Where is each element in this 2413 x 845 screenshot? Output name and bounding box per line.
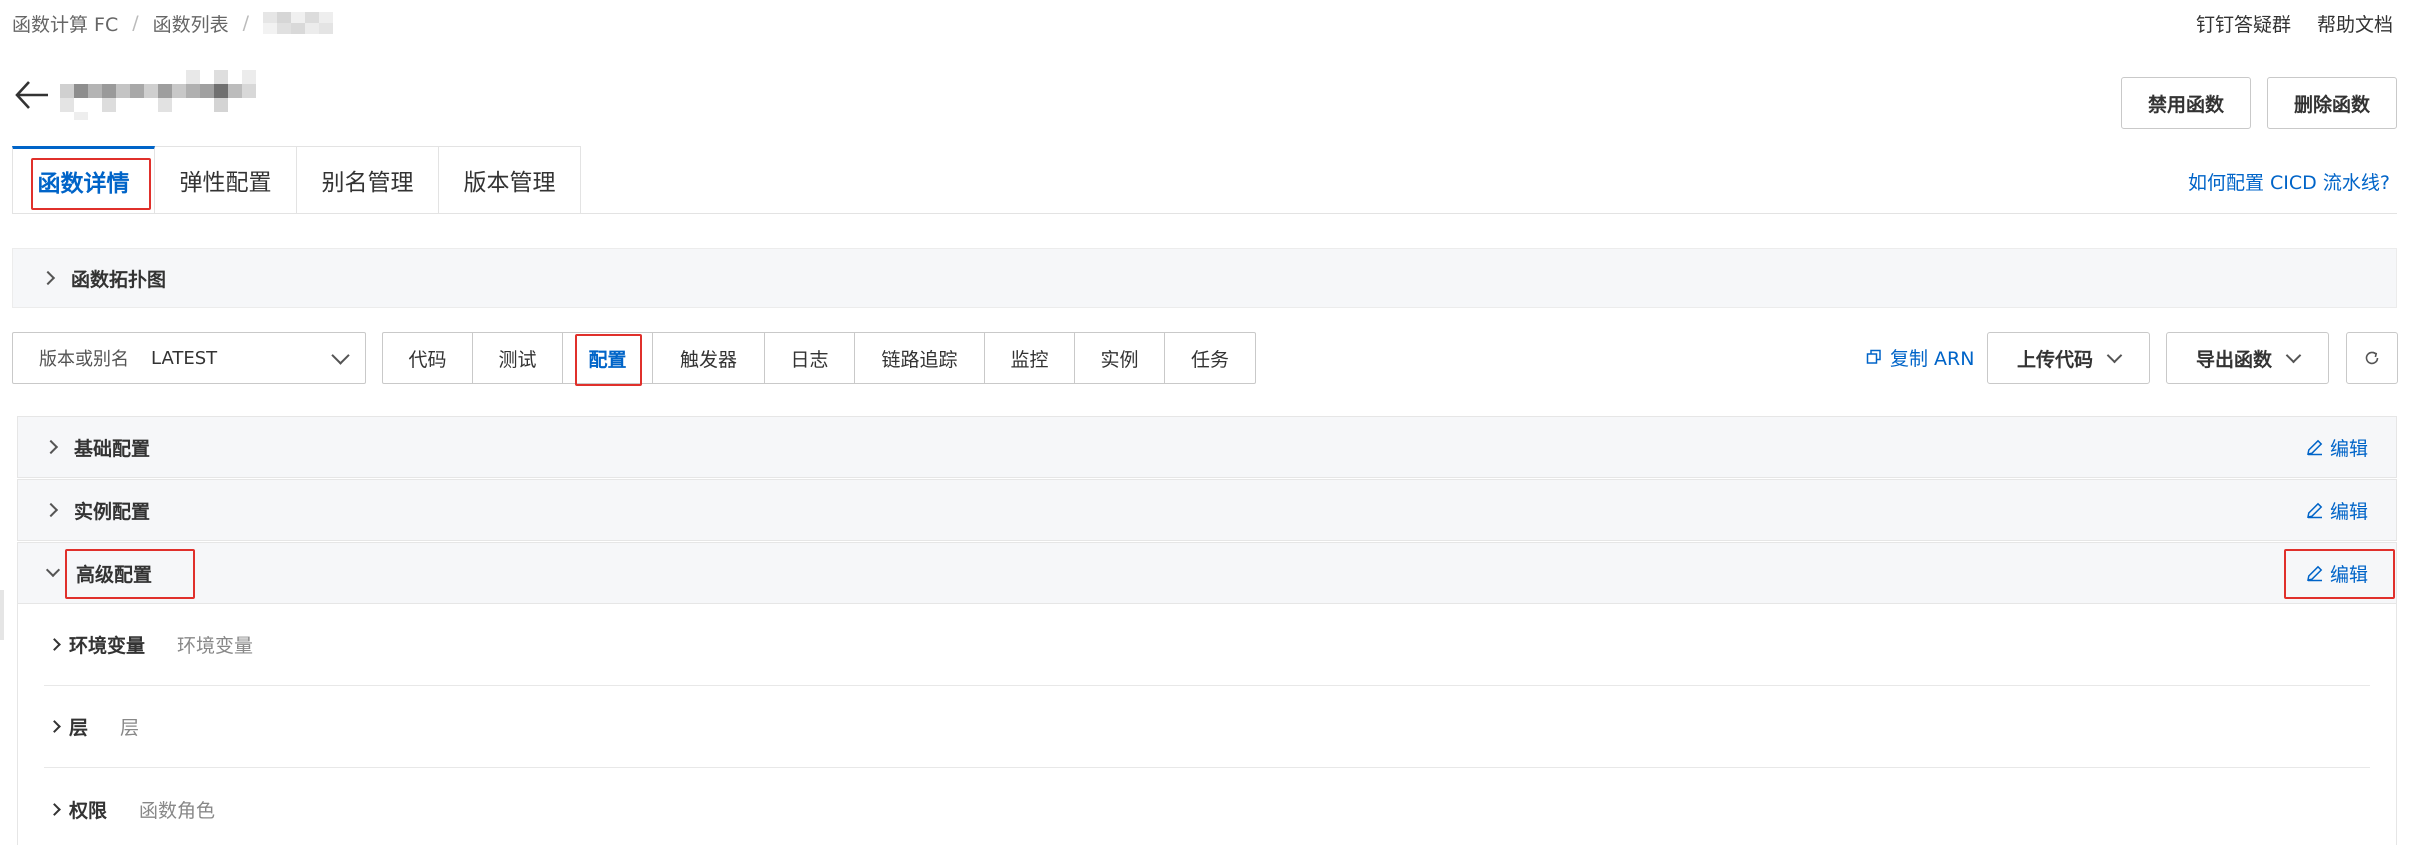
topology-label: 函数拓扑图 xyxy=(71,268,167,291)
subtab-triggers[interactable]: 触发器 xyxy=(653,333,765,383)
subtab-code[interactable]: 代码 xyxy=(383,333,473,383)
export-function-button[interactable]: 导出函数 xyxy=(2166,332,2329,384)
refresh-button[interactable] xyxy=(2346,332,2398,384)
help-docs-link[interactable]: 帮助文档 xyxy=(2317,10,2393,36)
breadcrumb-item-function-list[interactable]: 函数列表 xyxy=(153,10,229,37)
subtab-tasks[interactable]: 任务 xyxy=(1165,333,1255,383)
subtab-test[interactable]: 测试 xyxy=(473,333,563,383)
cicd-pipeline-link[interactable]: 如何配置 CICD 流水线? xyxy=(2188,168,2390,195)
breadcrumb-separator: / xyxy=(132,12,139,34)
tab-function-details[interactable]: 函数详情 xyxy=(12,146,155,214)
adv-row-label: 权限 xyxy=(69,799,108,822)
chevron-down-icon xyxy=(331,346,350,365)
adv-row-permissions[interactable]: 权限 函数角色 xyxy=(44,768,2370,845)
copy-icon xyxy=(1866,349,1881,364)
dingtalk-group-link[interactable]: 钉钉答疑群 xyxy=(2196,10,2291,36)
chevron-down-icon xyxy=(2106,347,2123,363)
edit-pencil-icon xyxy=(2307,439,2323,456)
chevron-right-icon xyxy=(48,802,61,816)
edit-advanced-config-link[interactable]: 编辑 xyxy=(2306,543,2368,603)
panel-instance-config[interactable]: 实例配置 编辑 xyxy=(17,479,2397,541)
delete-function-button[interactable]: 删除函数 xyxy=(2267,77,2397,129)
panel-advanced-config[interactable]: 高级配置 编辑 xyxy=(17,542,2397,604)
edit-basic-config-link[interactable]: 编辑 xyxy=(2306,417,2368,477)
function-topology-bar[interactable]: 函数拓扑图 xyxy=(12,248,2397,308)
advanced-config-body: 环境变量 环境变量 层 层 权限 函数角色 xyxy=(17,604,2397,845)
subtab-instances[interactable]: 实例 xyxy=(1075,333,1165,383)
edit-label: 编辑 xyxy=(2329,437,2368,460)
refresh-icon xyxy=(2365,351,2379,365)
adv-row-desc: 函数角色 xyxy=(139,799,216,822)
tab-elastic-config[interactable]: 弹性配置 xyxy=(155,146,297,214)
edit-pencil-icon xyxy=(2307,565,2323,582)
edit-pencil-icon xyxy=(2307,502,2323,519)
adv-row-desc: 层 xyxy=(120,717,140,739)
chevron-right-icon xyxy=(40,270,56,286)
tab-alias-management[interactable]: 别名管理 xyxy=(297,146,439,214)
subtab-monitoring[interactable]: 监控 xyxy=(985,333,1075,383)
main-tabs: 函数详情 弹性配置 别名管理 版本管理 xyxy=(12,146,581,214)
adv-row-label: 环境变量 xyxy=(69,635,146,657)
adv-row-env-vars[interactable]: 环境变量 环境变量 xyxy=(44,604,2370,686)
version-select-label: 版本或别名 xyxy=(39,349,129,370)
chevron-right-icon xyxy=(48,720,61,733)
copy-arn-label: 复制 ARN xyxy=(1890,347,1975,370)
breadcrumb: 函数计算 FC / 函数列表 / xyxy=(12,10,363,36)
copy-arn-link[interactable]: 复制 ARN xyxy=(1866,340,1974,374)
panel-advanced-config-title: 高级配置 xyxy=(76,563,153,586)
upload-code-button[interactable]: 上传代码 xyxy=(1987,332,2150,384)
adv-row-desc: 环境变量 xyxy=(177,635,254,657)
panel-instance-config-title: 实例配置 xyxy=(74,500,151,523)
edit-label: 编辑 xyxy=(2329,500,2368,523)
breadcrumb-separator: / xyxy=(242,12,250,34)
panel-basic-config[interactable]: 基础配置 编辑 xyxy=(17,416,2397,478)
chevron-right-icon xyxy=(43,502,59,518)
chevron-right-icon xyxy=(43,439,59,455)
subtab-logs[interactable]: 日志 xyxy=(765,333,855,383)
panel-basic-config-title: 基础配置 xyxy=(74,437,151,460)
adv-row-label: 层 xyxy=(69,717,89,739)
disable-function-button[interactable]: 禁用函数 xyxy=(2121,77,2251,129)
adv-row-layers[interactable]: 层 层 xyxy=(44,686,2370,768)
breadcrumb-redacted-name xyxy=(263,12,363,34)
tabs-divider xyxy=(12,213,2397,214)
detail-sub-tabs: 代码 测试 配置 触发器 日志 链路追踪 监控 实例 任务 xyxy=(382,332,1256,384)
export-function-label: 导出函数 xyxy=(2195,348,2272,371)
chevron-down-icon xyxy=(45,562,61,578)
subtab-config[interactable]: 配置 xyxy=(563,333,653,383)
breadcrumb-item-fc[interactable]: 函数计算 FC xyxy=(12,10,118,37)
chevron-down-icon xyxy=(2285,347,2302,363)
edit-instance-config-link[interactable]: 编辑 xyxy=(2306,480,2368,540)
subtab-tracing[interactable]: 链路追踪 xyxy=(855,333,985,383)
upload-code-label: 上传代码 xyxy=(2016,348,2093,371)
edit-label: 编辑 xyxy=(2329,563,2368,586)
tab-version-management[interactable]: 版本管理 xyxy=(439,146,581,214)
chevron-right-icon xyxy=(48,638,61,651)
version-alias-select[interactable]: 版本或别名 LATEST xyxy=(12,332,366,384)
function-name-redacted xyxy=(60,70,276,120)
version-select-value: LATEST xyxy=(151,347,218,369)
back-arrow-icon[interactable] xyxy=(14,78,50,112)
left-scroll-edge xyxy=(0,590,4,640)
top-links: 钉钉答疑群 帮助文档 xyxy=(2196,10,2393,36)
